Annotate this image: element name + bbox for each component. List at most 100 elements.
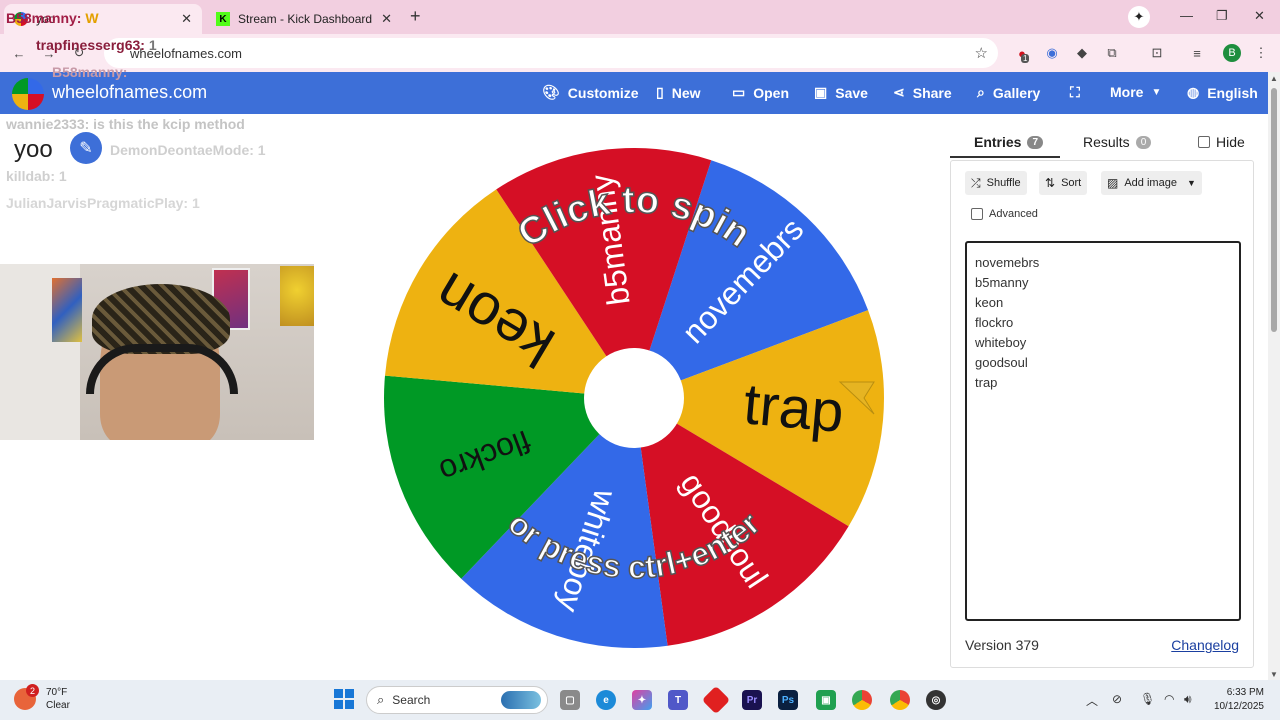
scroll-down-arrow-icon[interactable]: ▼ bbox=[1270, 670, 1278, 679]
edge-icon[interactable]: e bbox=[596, 690, 616, 710]
taskbar-search-label: Search bbox=[392, 693, 431, 707]
hide-checkbox[interactable] bbox=[1198, 136, 1210, 148]
back-icon[interactable]: ← bbox=[10, 44, 28, 62]
edit-pencil-icon[interactable]: ✎ bbox=[70, 132, 102, 164]
close-window-button[interactable]: ✕ bbox=[1254, 8, 1265, 24]
entry-item: whiteboy bbox=[975, 335, 1027, 350]
page-scrollbar[interactable]: ▲ ▼ bbox=[1268, 72, 1280, 680]
advanced-checkbox[interactable] bbox=[971, 208, 983, 220]
start-windows-icon[interactable] bbox=[334, 689, 354, 709]
tab-title: Stream - Kick Dashboard bbox=[238, 12, 373, 26]
tab-results[interactable]: Results 0 bbox=[1083, 134, 1152, 150]
sort-button[interactable]: ⇅ Sort bbox=[1039, 171, 1088, 195]
menu-more[interactable]: More ▼ bbox=[1110, 84, 1169, 100]
changelog-link[interactable]: Changelog bbox=[1171, 637, 1239, 653]
kick-favicon-icon: K bbox=[216, 12, 230, 26]
chrome-profile-icon[interactable] bbox=[890, 690, 910, 710]
bookmark-star-icon[interactable]: ☆ bbox=[975, 44, 988, 62]
maximize-button[interactable]: ❐ bbox=[1216, 8, 1228, 24]
tray-overflow-icon[interactable]: ︿ bbox=[1086, 692, 1098, 709]
tray-icon[interactable]: ⊘ bbox=[1112, 692, 1122, 706]
chrome-icon[interactable] bbox=[852, 690, 872, 710]
search-icon: ⌕ bbox=[377, 692, 385, 707]
volume-icon[interactable]: 🔊︎ bbox=[1184, 692, 1192, 707]
chat-username: B58manny: bbox=[6, 10, 82, 26]
tab-label: Entries bbox=[974, 134, 1022, 150]
weather-widget[interactable]: 2 70°F Clear bbox=[14, 684, 70, 712]
close-tab-icon[interactable]: ✕ bbox=[181, 11, 192, 27]
close-tab-icon[interactable]: ✕ bbox=[381, 11, 392, 27]
add-image-button[interactable]: ▨ Add image ▼ bbox=[1101, 171, 1202, 195]
profile-avatar[interactable]: B bbox=[1223, 44, 1241, 62]
chat-username: killdab: bbox=[6, 168, 56, 184]
browser-menu-icon[interactable]: ⋮ bbox=[1252, 44, 1270, 62]
menu-open[interactable]: ▭ Open bbox=[732, 84, 789, 101]
chat-line: wannie2333: is this the kcip method bbox=[6, 116, 245, 132]
app-green-icon[interactable]: ▣ bbox=[816, 690, 836, 710]
gemini-icon[interactable]: ✦ bbox=[1128, 6, 1150, 28]
active-tab-indicator bbox=[950, 156, 1060, 158]
app-dark-icon[interactable]: ◎ bbox=[926, 690, 946, 710]
hide-toggle[interactable]: Hide bbox=[1198, 134, 1245, 150]
results-count-badge: 0 bbox=[1135, 135, 1152, 149]
chat-line: killdab: 1 bbox=[6, 168, 67, 184]
tab-search-icon[interactable]: ⊡ bbox=[1148, 44, 1166, 62]
hide-label: Hide bbox=[1216, 134, 1245, 150]
folder-icon: ▭ bbox=[732, 84, 746, 100]
site-header: wheelofnames.com 🎨︎ Customize ▯ New ▭ Open … bbox=[0, 72, 1268, 114]
menu-share[interactable]: ⋖ Share bbox=[893, 84, 952, 101]
entry-item: goodsoul bbox=[975, 355, 1028, 370]
file-icon: ▯ bbox=[656, 84, 664, 100]
scrollbar-thumb[interactable] bbox=[1271, 88, 1277, 332]
extensions-puzzle-icon[interactable]: ⧉ bbox=[1103, 44, 1121, 62]
extension-blue-icon[interactable]: ◉ bbox=[1043, 44, 1061, 62]
site-title[interactable]: wheelofnames.com bbox=[52, 82, 207, 103]
chat-line: JulianJarvisPragmaticPlay: 1 bbox=[6, 195, 200, 211]
address-bar[interactable]: wheelofnames.com ☆ bbox=[104, 38, 998, 68]
chat-message: 1 bbox=[148, 37, 157, 53]
minimize-button[interactable]: — bbox=[1180, 8, 1193, 23]
menu-language[interactable]: ◍ English bbox=[1187, 84, 1258, 101]
task-view-icon[interactable]: ▢ bbox=[560, 690, 580, 710]
shuffle-icon: ⤮ bbox=[971, 175, 981, 190]
extension-badge: 1 bbox=[1021, 54, 1030, 63]
menu-gallery[interactable]: ⌕ Gallery bbox=[977, 84, 1040, 101]
chat-message: 1 bbox=[192, 195, 200, 211]
teams-icon[interactable]: T bbox=[668, 690, 688, 710]
weather-temp: 70°F bbox=[46, 687, 68, 698]
system-clock[interactable]: 6:33 PM 10/12/2025 bbox=[1206, 686, 1264, 714]
new-tab-button[interactable]: + bbox=[410, 6, 421, 27]
taskbar-search[interactable]: ⌕ Search bbox=[366, 686, 548, 714]
wifi-icon[interactable]: ◠ bbox=[1164, 692, 1174, 706]
premiere-icon[interactable]: Pr bbox=[742, 690, 762, 710]
wheel-slice-label: trap bbox=[741, 371, 846, 445]
chat-username: B58manny: bbox=[52, 64, 128, 80]
media-control-icon[interactable]: ≡ bbox=[1188, 44, 1206, 62]
shuffle-button[interactable]: ⤮ Shuffle bbox=[965, 171, 1027, 195]
menu-customize[interactable]: 🎨︎ Customize bbox=[542, 84, 639, 101]
menu-save[interactable]: ▣ Save bbox=[814, 84, 868, 101]
menu-label: English bbox=[1207, 84, 1258, 101]
search-icon: ⌕ bbox=[977, 84, 985, 100]
microphone-icon[interactable]: 🎙︎ bbox=[1140, 692, 1155, 706]
extension-box-icon[interactable]: ◆ bbox=[1073, 44, 1091, 62]
fullscreen-icon[interactable]: ⛶ bbox=[1070, 84, 1080, 101]
chat-line: DemonDeontaeMode: 1 bbox=[110, 142, 266, 158]
sort-label: Sort bbox=[1061, 177, 1082, 189]
shuffle-label: Shuffle bbox=[986, 177, 1021, 189]
menu-new[interactable]: ▯ New bbox=[656, 84, 701, 101]
wheel-center[interactable] bbox=[584, 348, 684, 448]
weather-desc: Clear bbox=[46, 700, 70, 711]
share-icon: ⋖ bbox=[893, 84, 905, 100]
image-icon: ▨ bbox=[1107, 176, 1119, 190]
chat-username: wannie2333: bbox=[6, 116, 90, 132]
site-logo-icon[interactable] bbox=[12, 78, 44, 110]
spin-wheel[interactable]: novemebrstrapgoodsoulwhiteboyflockrokeon… bbox=[382, 146, 912, 656]
scroll-up-arrow-icon[interactable]: ▲ bbox=[1270, 74, 1278, 83]
copilot-icon[interactable]: ✦ bbox=[632, 690, 652, 710]
menu-label: Gallery bbox=[992, 84, 1041, 101]
browser-tab-kick[interactable]: K Stream - Kick Dashboard ✕ bbox=[206, 4, 402, 34]
photoshop-icon[interactable]: Ps bbox=[778, 690, 798, 710]
entries-textarea[interactable]: novemebrs b5manny keon flockro whiteboy … bbox=[965, 241, 1241, 621]
tab-entries[interactable]: Entries 7 bbox=[974, 134, 1044, 150]
